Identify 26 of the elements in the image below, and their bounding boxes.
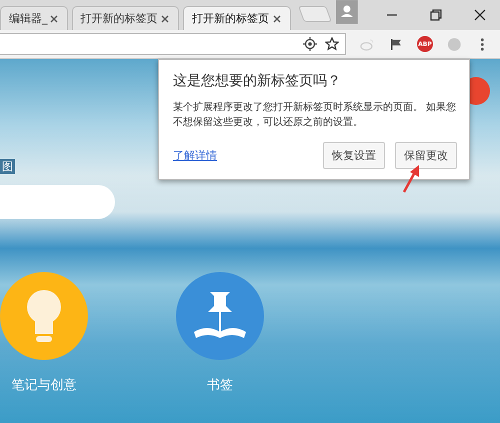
search-field[interactable] (0, 185, 115, 219)
pushpin-book-icon[interactable] (176, 272, 264, 360)
close-icon[interactable] (48, 14, 59, 24)
browser-tab[interactable]: 打开新的标签页 (183, 6, 291, 30)
browser-tab[interactable]: 打开新的标签页 (72, 6, 180, 30)
location-icon[interactable] (302, 37, 317, 51)
app-label: 书签 (207, 377, 233, 394)
dialog-button[interactable]: 恢复设置 (323, 142, 385, 169)
close-icon[interactable] (272, 14, 282, 24)
dialog-button[interactable]: 保留更改 (395, 142, 457, 169)
flag-icon[interactable] (388, 36, 404, 52)
dialog-title: 这是您想要的新标签页吗？ (173, 72, 342, 90)
star-icon[interactable] (324, 37, 339, 51)
map-link[interactable]: 图 (0, 159, 15, 174)
close-icon[interactable] (473, 8, 487, 22)
annotation-arrow (402, 164, 422, 194)
tab-title: 打开新的标签页 (80, 11, 158, 26)
learn-more-link[interactable]: 了解详情 (173, 148, 313, 163)
profile-icon[interactable] (336, 0, 358, 24)
dialog-message: 某个扩展程序更改了您打开新标签页时系统显示的页面。 如果您不想保留这些更改，可以还原之前的设置。 (173, 100, 457, 130)
browser-tab[interactable]: 编辑器_ (0, 6, 68, 30)
tab-title: 编辑器_ (9, 11, 48, 26)
restore-icon[interactable] (429, 8, 444, 22)
close-icon[interactable] (160, 14, 170, 24)
tab-title: 打开新的标签页 (192, 11, 270, 26)
app-label: 笔记与创意 (12, 377, 76, 394)
